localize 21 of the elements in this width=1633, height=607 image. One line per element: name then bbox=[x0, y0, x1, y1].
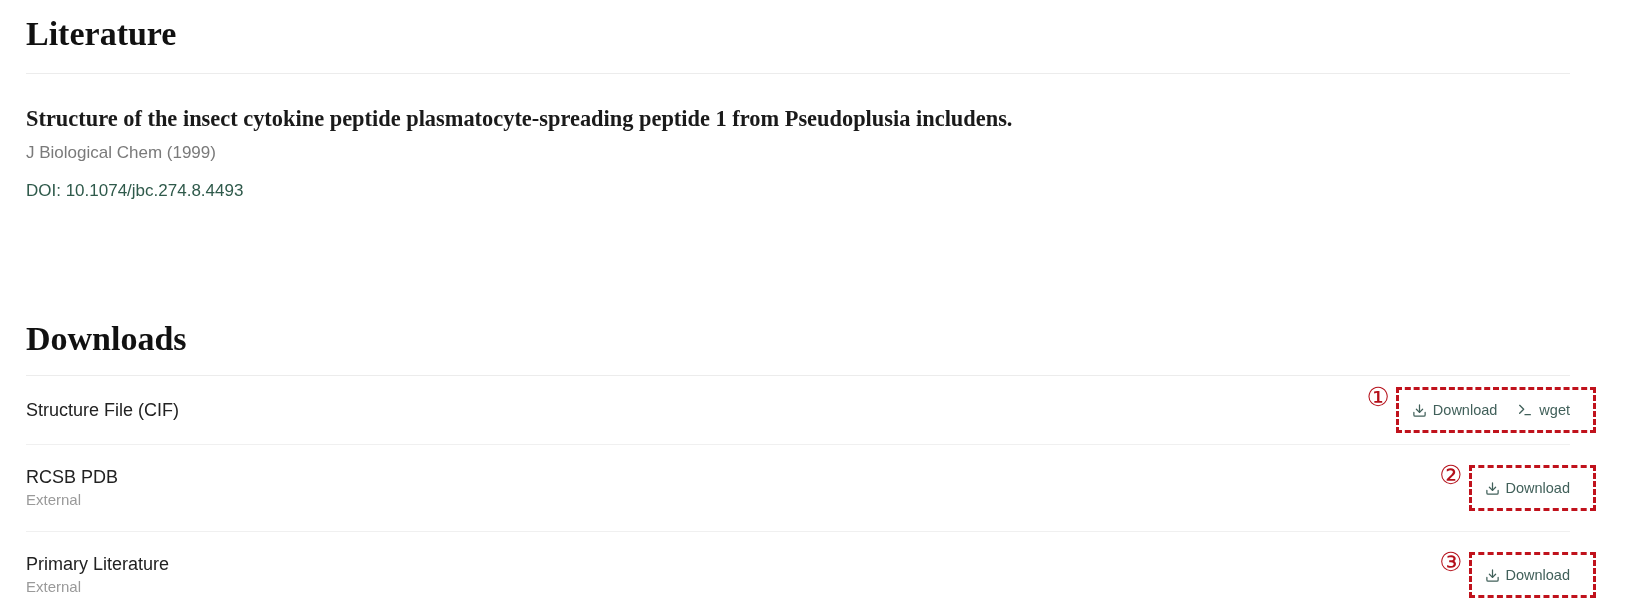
file-source-name: Primary Literature bbox=[26, 553, 170, 576]
annotation-number: ① bbox=[1366, 384, 1390, 410]
download-button[interactable]: Download bbox=[1403, 396, 1506, 424]
source-note: External bbox=[26, 490, 82, 510]
file-source-name: Structure File (CIF) bbox=[26, 399, 180, 422]
doi-link[interactable]: DOI: 10.1074/jbc.274.8.4493 bbox=[26, 179, 244, 203]
download-icon bbox=[1484, 567, 1500, 583]
annotation-number: ② bbox=[1439, 462, 1463, 488]
paper-title: Structure of the insect cytokine peptide plasmatocyte-spreading peptide 1 from Pseudoplusia includens. bbox=[26, 105, 1013, 133]
download-icon bbox=[1411, 402, 1427, 418]
terminal-icon bbox=[1517, 402, 1534, 418]
wget-button[interactable]: wget bbox=[1509, 396, 1578, 424]
download-button[interactable]: Download bbox=[1476, 474, 1578, 502]
file-source-name: RCSB PDB bbox=[26, 466, 119, 489]
source-note: External bbox=[26, 577, 82, 597]
journal-citation: J Biological Chem (1999) bbox=[26, 142, 216, 164]
download-icon bbox=[1484, 480, 1500, 496]
annotation-number: ③ bbox=[1439, 549, 1463, 575]
download-button[interactable]: Download bbox=[1476, 561, 1578, 589]
section-heading: Downloads bbox=[26, 319, 187, 359]
section-heading: Literature bbox=[26, 14, 177, 54]
